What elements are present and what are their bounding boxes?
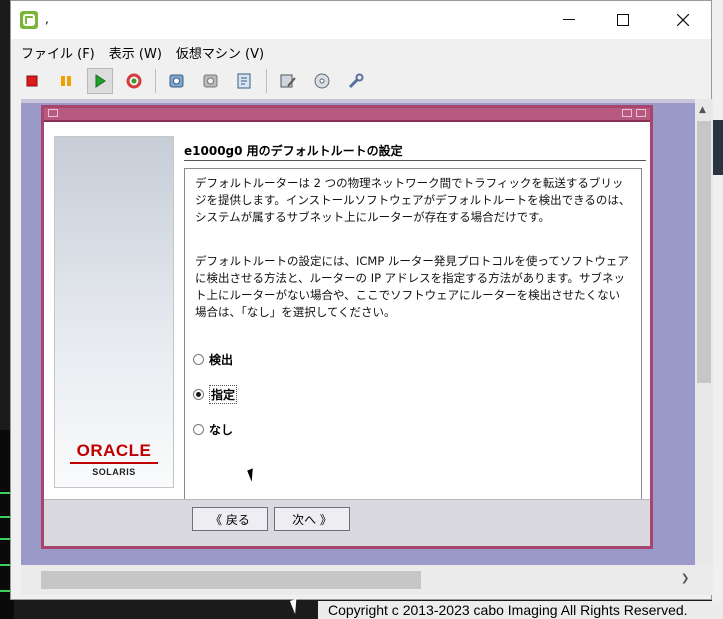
close-button[interactable]: [660, 1, 706, 39]
installer-body: ORACLE SOLARIS e1000g0 用のデフォルトルートの設定 デフォ…: [44, 122, 650, 504]
radio-none-label[interactable]: なし: [209, 421, 233, 438]
snapshot-revert-button[interactable]: [198, 68, 224, 94]
vertical-scroll-thumb[interactable]: [697, 121, 711, 383]
button-bar: 《 戻る 次へ 》: [44, 499, 650, 548]
menu-vm[interactable]: 仮想マシン (V): [176, 43, 264, 62]
stop-icon: [26, 75, 38, 87]
tools-button[interactable]: [343, 68, 369, 94]
scroll-up-icon[interactable]: ▲: [699, 105, 706, 115]
minimize-icon: [563, 19, 575, 20]
pause-button[interactable]: [53, 68, 79, 94]
vertical-scrollbar[interactable]: ▲: [695, 99, 713, 565]
scroll-right-icon[interactable]: ❯: [681, 573, 689, 584]
oracle-wordmark: ORACLE: [76, 441, 152, 460]
back-button[interactable]: 《 戻る: [192, 507, 268, 531]
close-icon: [677, 14, 689, 26]
menu-bar: ファイル (F) 表示 (W) 仮想マシン (V): [11, 39, 711, 65]
vm-console-window: , ファイル (F) 表示 (W) 仮想マシン (V) ORACLE SOLAR…: [10, 0, 713, 600]
radio-specify[interactable]: 指定: [193, 385, 238, 404]
installer-maximize-icon[interactable]: [636, 109, 646, 117]
horizontal-scrollbar[interactable]: ❯: [21, 565, 695, 595]
play-icon: [95, 74, 106, 88]
description-paragraph-1: デフォルトルーターは 2 つの物理ネットワーク間でトラフィックを転送するブリッジ…: [195, 176, 631, 224]
vm-display[interactable]: ORACLE SOLARIS e1000g0 用のデフォルトルートの設定 デフォ…: [21, 99, 695, 565]
menu-view[interactable]: 表示 (W): [109, 43, 162, 62]
snapshot-take-button[interactable]: [164, 68, 190, 94]
side-panel: ORACLE SOLARIS: [54, 136, 174, 488]
horizontal-scroll-thumb[interactable]: [41, 571, 421, 589]
radio-none-button[interactable]: [193, 424, 204, 435]
page-title: e1000g0 用のデフォルトルートの設定: [184, 144, 403, 158]
tools-icon: [348, 73, 364, 89]
snapshot-take-icon: [169, 74, 184, 88]
maximize-icon: [617, 14, 629, 26]
installer-title-bar[interactable]: [44, 108, 650, 122]
title-bar[interactable]: ,: [11, 1, 711, 39]
maximize-button[interactable]: [600, 1, 646, 39]
radio-specify-label[interactable]: 指定: [209, 385, 238, 404]
window-title: ,: [45, 12, 49, 26]
cd-drive-button[interactable]: [309, 68, 335, 94]
radio-detect-button[interactable]: [193, 354, 204, 365]
toolbar-separator: [155, 69, 156, 93]
restart-button[interactable]: [121, 68, 147, 94]
snapshot-manager-icon: [237, 73, 251, 89]
oracle-solaris-logo: ORACLE SOLARIS: [55, 441, 173, 477]
radio-detect-label[interactable]: 検出: [209, 351, 233, 368]
installer-dialog: ORACLE SOLARIS e1000g0 用のデフォルトルートの設定 デフォ…: [41, 105, 653, 549]
minimize-button[interactable]: [546, 1, 592, 39]
description-paragraph-2: デフォルトルートの設定には、ICMP ルーター発見プロトコルを使ってソフトウェア…: [195, 254, 629, 319]
stop-button[interactable]: [19, 68, 45, 94]
cd-drive-icon: [314, 73, 330, 89]
radio-detect[interactable]: 検出: [193, 351, 233, 368]
background-window-edge: [712, 0, 723, 619]
radio-none[interactable]: なし: [193, 421, 233, 438]
solaris-wordmark: SOLARIS: [92, 467, 136, 477]
toolbar: [11, 65, 711, 97]
snapshot-manager-button[interactable]: [232, 68, 258, 94]
radio-specify-button[interactable]: [193, 389, 204, 400]
edit-settings-icon: [280, 74, 296, 88]
pause-icon: [61, 76, 71, 86]
copyright-notice: Copyright c 2013-2023 cabo Imaging All R…: [318, 601, 723, 619]
menu-file[interactable]: ファイル (F): [21, 43, 95, 62]
content-panel: デフォルトルーターは 2 つの物理ネットワーク間でトラフィックを転送するブリッジ…: [184, 168, 642, 504]
title-divider: [184, 160, 646, 161]
installer-menu-icon[interactable]: [48, 109, 58, 117]
installer-minimize-icon[interactable]: [622, 109, 632, 117]
toolbar-separator: [266, 69, 267, 93]
app-icon: [20, 11, 38, 29]
restart-icon: [126, 73, 142, 89]
snapshot-revert-icon: [203, 74, 218, 88]
edit-settings-button[interactable]: [275, 68, 301, 94]
next-button[interactable]: 次へ 》: [274, 507, 350, 531]
play-button[interactable]: [87, 68, 113, 94]
